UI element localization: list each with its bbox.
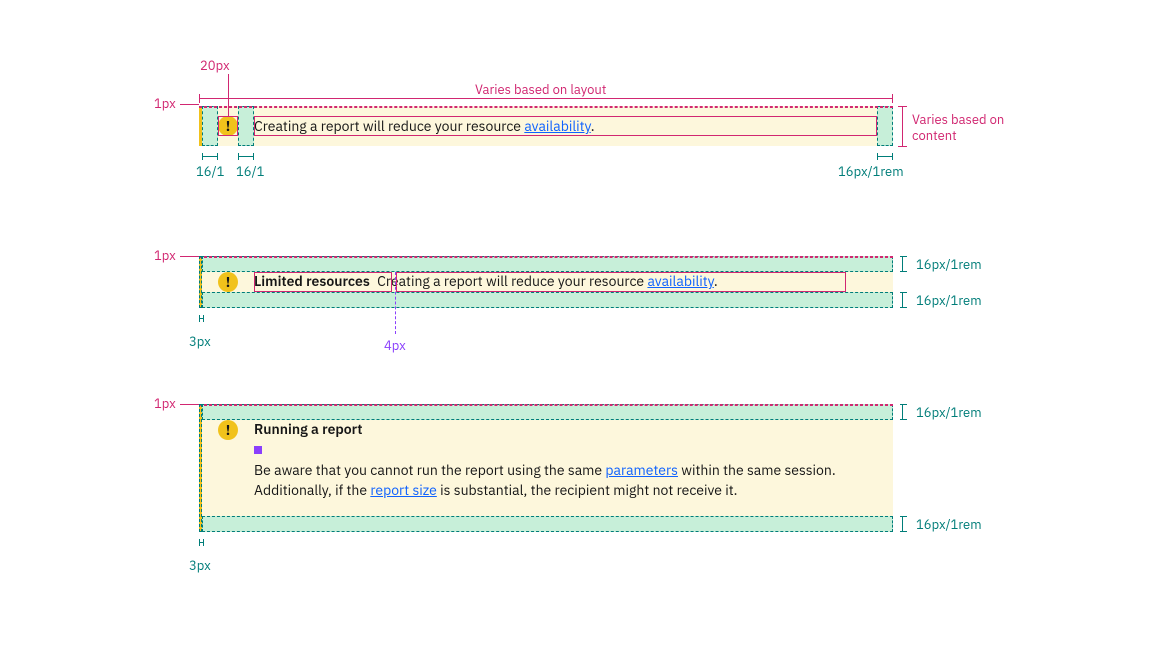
spacer-marker-icon [254, 446, 262, 454]
leader-line [199, 98, 893, 99]
text-run: is substantial, the recipient might not … [437, 481, 738, 499]
notification-text-post: . [714, 272, 718, 290]
leader-line [892, 94, 893, 103]
padding-marker [202, 256, 893, 272]
padding-marker [202, 106, 218, 146]
annotation-label: 3px [189, 558, 211, 574]
measure-bar [877, 156, 893, 157]
leader-line [199, 94, 200, 103]
notification-paragraph: Be aware that you cannot run the report … [254, 461, 877, 500]
leader-line [180, 256, 199, 257]
link-report-size[interactable]: report size [370, 481, 437, 499]
notification-text: Creating a report will reduce your resou… [254, 117, 524, 135]
warning-icon: ! [218, 116, 238, 136]
leader-line [902, 106, 903, 146]
spec-dash [199, 106, 893, 108]
leader-line [180, 404, 199, 405]
measure-bar [902, 256, 910, 272]
annotation-label: Varies based on content [912, 112, 1032, 143]
annotation-label: 4px [384, 338, 406, 354]
measure-bar [902, 292, 910, 308]
notification-title: Running a report [254, 420, 877, 440]
annotation-label: 3px [189, 334, 211, 350]
measure-bar [202, 156, 218, 157]
annotation-label: 1px [154, 248, 176, 264]
annotation-label: 16px/1rem [838, 164, 904, 180]
annotation-label: 16/1 [196, 164, 224, 180]
warning-icon: ! [218, 272, 238, 292]
link-parameters[interactable]: parameters [605, 461, 678, 479]
padding-marker [202, 292, 893, 308]
link-availability[interactable]: availability [524, 117, 590, 135]
measure-bar [199, 542, 204, 543]
annotation-label: 16px/1rem [916, 293, 982, 309]
notification-text: Creating a report will reduce your resou… [377, 272, 647, 290]
accent-bar [199, 404, 202, 532]
measure-bar [902, 404, 910, 420]
padding-marker [238, 106, 254, 146]
annotation-label: 16px/1rem [916, 517, 982, 533]
padding-marker [877, 106, 893, 146]
annotation-label: 16px/1rem [916, 257, 982, 273]
text-run: Be aware that you cannot run the report … [254, 461, 605, 479]
annotation-label: 1px [154, 96, 176, 112]
notification-inline-1: ! Creating a report will reduce your res… [199, 106, 893, 146]
warning-icon: ! [218, 420, 238, 440]
notification-multiline: ! Running a report Be aware that you can… [199, 404, 893, 532]
padding-marker [202, 404, 893, 420]
notification-inline-2: ! Limited resources Creating a report wi… [199, 256, 893, 308]
notification-body: Limited resources Creating a report will… [254, 272, 877, 292]
measure-bar [238, 156, 254, 157]
leader-line [228, 74, 229, 116]
leader-line [180, 104, 199, 105]
annotation-label: 20px [200, 58, 230, 74]
notification-text-post: . [591, 117, 595, 135]
measure-bar [199, 318, 204, 319]
notification-body: Creating a report will reduce your resou… [254, 117, 877, 137]
padding-marker [202, 516, 893, 532]
measure-bar [902, 516, 910, 532]
leader-line [898, 146, 907, 147]
link-availability[interactable]: availability [647, 272, 713, 290]
notification-body: Running a report Be aware that you canno… [254, 420, 877, 500]
notification-title: Limited resources [254, 272, 370, 290]
leader-line [898, 106, 907, 107]
annotation-label: Varies based on layout [475, 82, 606, 98]
annotation-label: 16px/1rem [916, 405, 982, 421]
annotation-label: 16/1 [236, 164, 264, 180]
annotation-label: 1px [154, 396, 176, 412]
